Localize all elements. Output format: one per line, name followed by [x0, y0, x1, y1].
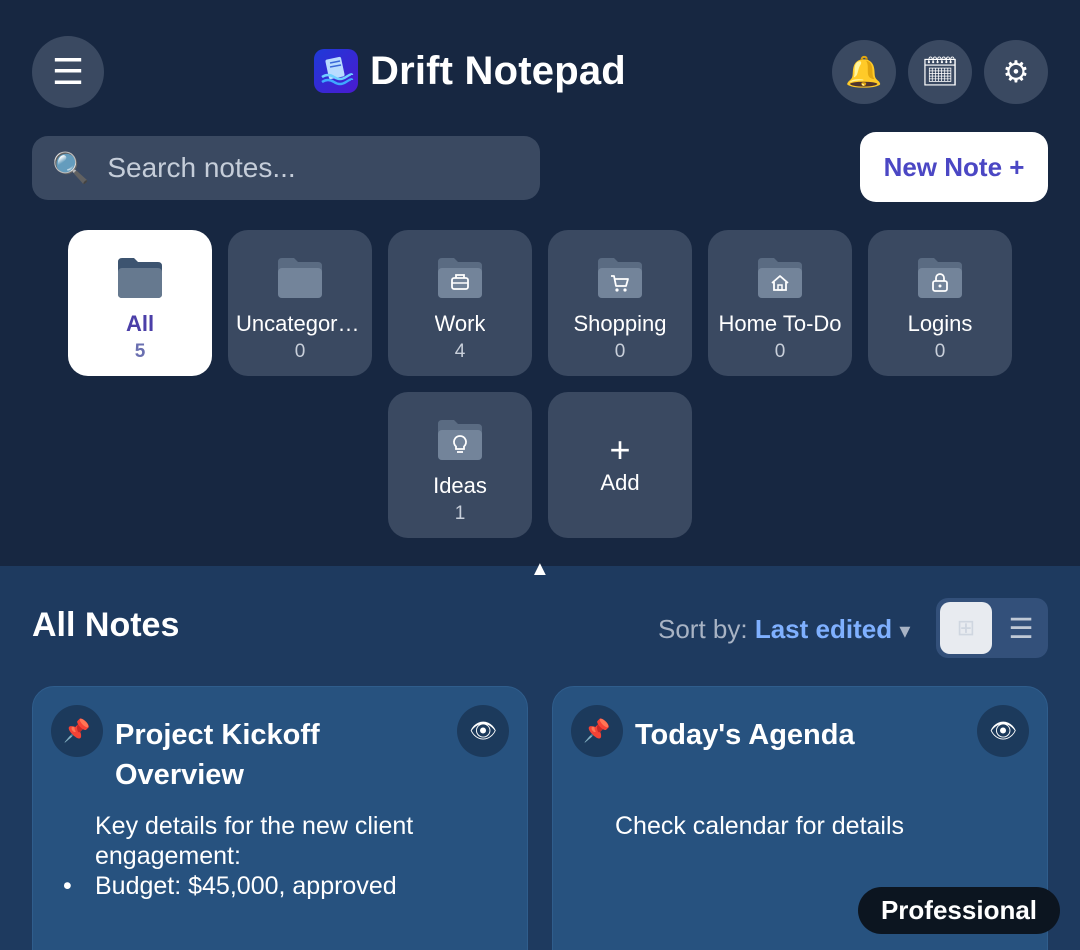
folder-name: Logins — [907, 311, 973, 336]
bell-icon: 🔔 — [845, 55, 883, 89]
notifications-button[interactable]: 🔔 — [832, 40, 896, 104]
folder-count: 0 — [614, 341, 626, 362]
app-logo-icon — [314, 49, 358, 93]
folder-icon — [118, 258, 162, 298]
folder-tile-shopping[interactable]: Shopping 0 — [548, 230, 692, 376]
home-folder-icon — [758, 258, 802, 298]
bullet-icon: • — [63, 872, 72, 900]
plan-badge: Professional — [858, 887, 1060, 934]
lightbulb-folder-icon — [438, 420, 482, 460]
folder-name: All — [125, 311, 155, 336]
search-bar: 🔍 — [32, 136, 540, 200]
note-body-line: Key details for the new client engagemen… — [95, 812, 414, 870]
calendar-icon: 🗓 — [920, 55, 960, 89]
briefcase-folder-icon — [438, 258, 482, 298]
chevron-down-icon: ▾ — [899, 618, 911, 643]
folder-count: 0 — [294, 341, 306, 362]
folder-count: 0 — [934, 341, 946, 362]
menu-button[interactable]: ☰ — [32, 36, 104, 108]
folder-tile-work[interactable]: Work 4 — [388, 230, 532, 376]
folder-name: Uncategorized — [236, 311, 364, 336]
note-title: Today's Agenda — [635, 719, 855, 751]
sort-value: Last edited — [754, 614, 893, 644]
list-icon: ☰ — [1008, 612, 1034, 644]
sort-label: Sort by: — [658, 614, 748, 644]
folder-name: Ideas — [433, 473, 487, 498]
plus-icon: + — [609, 429, 631, 470]
note-body-line: Check calendar for details — [615, 812, 905, 840]
search-icon: 🔍 — [52, 151, 90, 185]
folder-name: Shopping — [573, 311, 667, 336]
notes-section-title: All Notes — [32, 606, 180, 644]
app-title: Drift Notepad — [370, 48, 626, 93]
add-folder-button[interactable]: + Add — [548, 392, 692, 538]
folder-count: 0 — [774, 341, 786, 362]
preview-button[interactable]: 👁 — [977, 705, 1029, 757]
menu-icon: ☰ — [51, 51, 85, 92]
folder-icon — [278, 258, 322, 298]
new-note-button[interactable]: New Note + — [860, 132, 1048, 202]
eye-icon: 👁 — [469, 718, 497, 743]
folder-name: Home To-Do — [718, 311, 842, 336]
folder-count: 1 — [454, 503, 466, 524]
note-title: Project Kickoff Overview — [115, 719, 320, 791]
note-preview: Key details for the new client engagemen… — [63, 811, 495, 901]
gear-icon: ⚙ — [1002, 55, 1030, 89]
note-bullet-text: Budget: $45,000, approved — [95, 872, 397, 900]
list-view-button[interactable]: ☰ — [998, 602, 1044, 654]
sort-dropdown[interactable]: Sort by: Last edited ▾ — [658, 614, 910, 645]
grid-view-button[interactable]: ⊞ — [940, 602, 992, 654]
folder-name: Work — [434, 311, 486, 336]
note-bullet-item: • Budget: $45,000, approved — [63, 871, 495, 901]
folder-tile-uncategorized[interactable]: Uncategorized 0 — [228, 230, 372, 376]
pin-icon: 📌 — [583, 718, 611, 743]
settings-button[interactable]: ⚙ — [984, 40, 1048, 104]
cart-folder-icon — [598, 258, 642, 298]
collapse-folders-icon[interactable]: ▲ — [530, 558, 550, 581]
folder-tile-ideas[interactable]: Ideas 1 — [388, 392, 532, 538]
folder-count: 4 — [454, 341, 466, 362]
folder-tile-logins[interactable]: Logins 0 — [868, 230, 1012, 376]
note-card[interactable]: 📌 Project Kickoff Overview 👁 Key details… — [32, 686, 528, 950]
eye-icon: 👁 — [989, 718, 1017, 743]
calendar-button[interactable]: 🗓 — [908, 40, 972, 104]
lock-folder-icon — [918, 258, 962, 298]
pin-button[interactable]: 📌 — [571, 705, 623, 757]
folder-count: 5 — [134, 341, 146, 362]
preview-button[interactable]: 👁 — [457, 705, 509, 757]
pin-button[interactable]: 📌 — [51, 705, 103, 757]
app-brand: Drift Notepad — [314, 48, 626, 94]
grid-icon: ⊞ — [956, 615, 976, 640]
search-input[interactable] — [107, 152, 508, 184]
view-toggle: ⊞ ☰ — [936, 598, 1048, 658]
add-folder-label: Add — [600, 470, 640, 495]
note-preview: Check calendar for details — [615, 811, 1015, 841]
folder-tile-home-to-do[interactable]: Home To-Do 0 — [708, 230, 852, 376]
folder-tile-all[interactable]: All 5 — [68, 230, 212, 376]
pin-icon: 📌 — [63, 718, 91, 743]
